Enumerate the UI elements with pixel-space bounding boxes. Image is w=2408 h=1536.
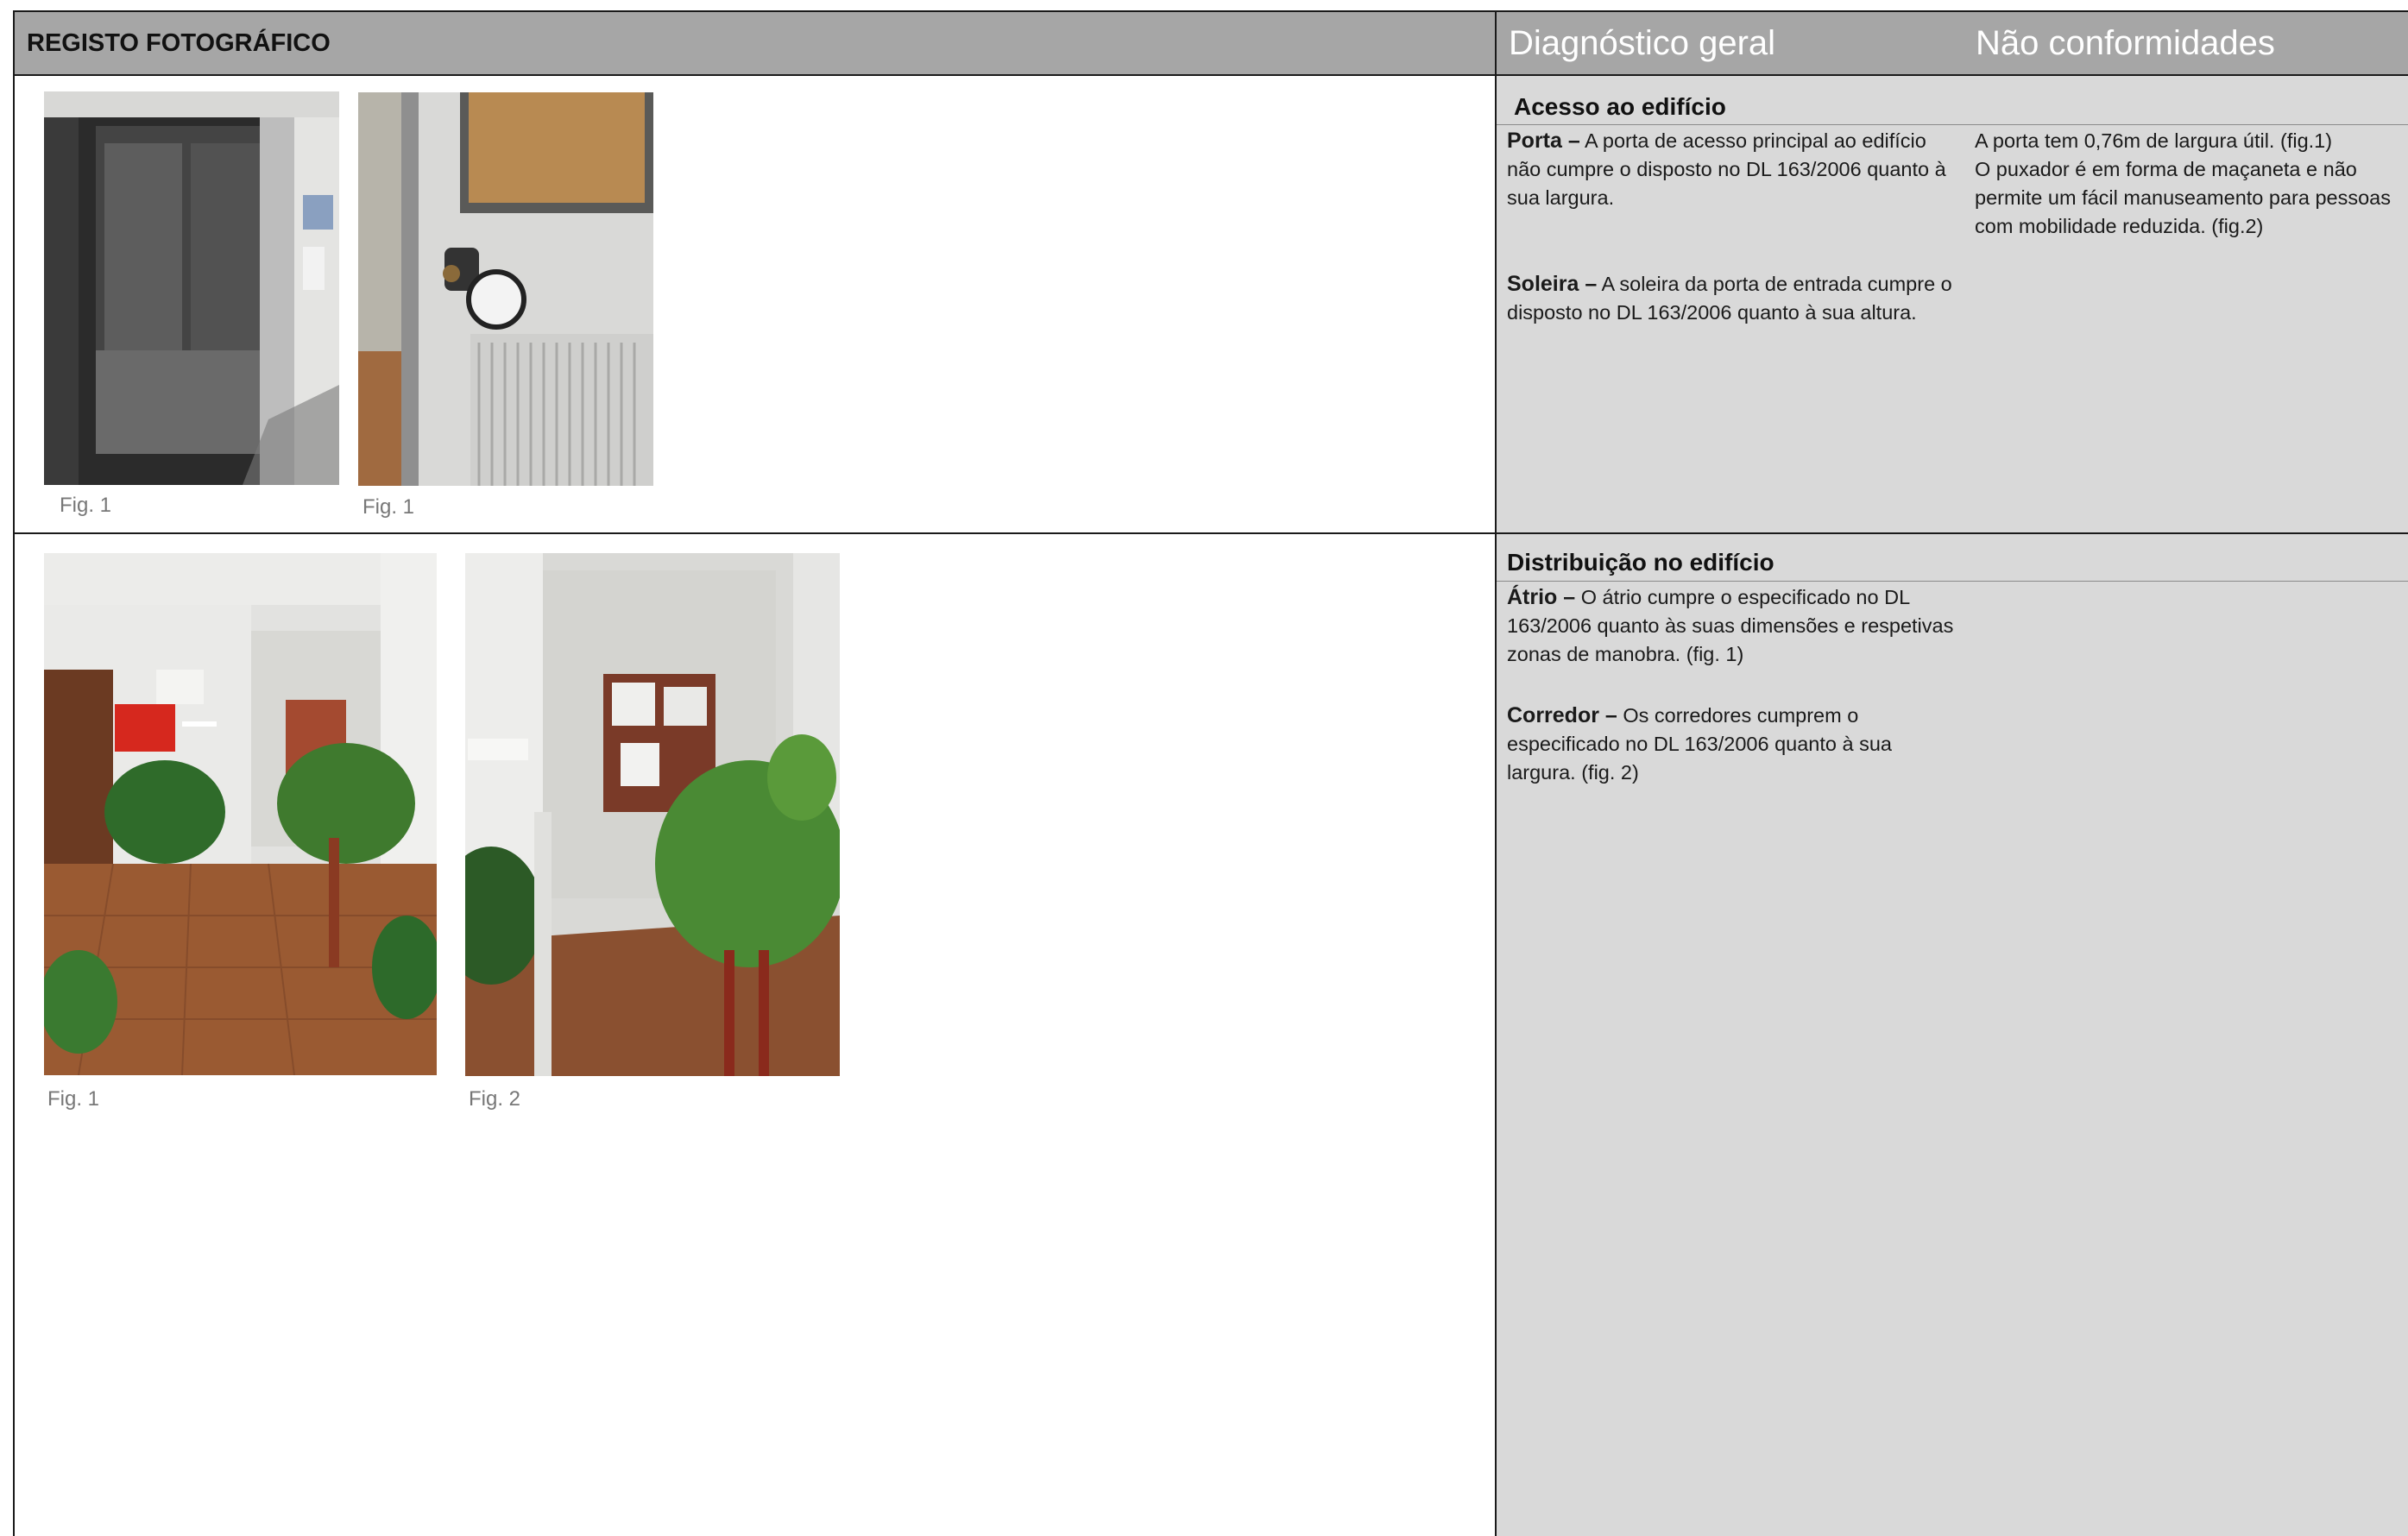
item-term: Corredor – [1507, 703, 1617, 727]
atrium-photo [44, 553, 437, 1075]
nonconformity-list: A porta tem 0,76m de largura útil. (fig.… [1975, 127, 2406, 241]
nonconformity-line: com mobilidade reduzida. (fig.2) [1975, 215, 2264, 237]
diagnostic-item: Corredor – Os corredores cumprem o espec… [1507, 702, 1956, 787]
door-handle-photo-image [358, 92, 653, 486]
item-term: Soleira – [1507, 272, 1598, 296]
diagnostic-heading: Diagnóstico geral [1509, 24, 1776, 62]
section1-title-underline [1497, 124, 2408, 125]
nonconformity-line: O puxador é em forma de maçaneta e não [1975, 158, 2357, 180]
section-title: Acesso ao edifício [1514, 93, 1726, 120]
corridor-photo-image [465, 553, 840, 1076]
photo-caption: Fig. 1 [47, 1087, 100, 1111]
corridor-photo [465, 553, 840, 1076]
diagnostic-item: Átrio – O átrio cumpre o especificado no… [1507, 583, 1956, 669]
nonconformity-line: permite um fácil manuseamento para pesso… [1975, 186, 2391, 209]
section2-title-underline [1497, 581, 2408, 582]
document-page: REGISTO FOTOGRÁFICO Diagnóstico geral Nã… [0, 0, 2408, 1536]
nonconformity-line: A porta tem 0,76m de largura útil. (fig.… [1975, 129, 2333, 152]
door-photo-image [44, 91, 339, 485]
diagnostic-item: Porta – A porta de acesso principal ao e… [1507, 127, 1956, 212]
door-handle-photo [358, 92, 653, 486]
column-divider [1495, 10, 1497, 1536]
table-header: REGISTO FOTOGRÁFICO Diagnóstico geral Nã… [13, 10, 2408, 76]
photo-record-heading: REGISTO FOTOGRÁFICO [27, 29, 331, 57]
photo-caption: Fig. 1 [60, 494, 112, 517]
nonconformities-heading: Não conformidades [1976, 24, 2275, 62]
photo-caption: Fig. 2 [469, 1087, 521, 1111]
table-left-border [13, 10, 15, 1536]
section-title: Distribuição no edifício [1507, 549, 1774, 576]
item-term: Porta – [1507, 129, 1580, 153]
item-term: Átrio – [1507, 585, 1576, 609]
door-photo [44, 91, 339, 485]
photo-caption: Fig. 1 [362, 495, 415, 519]
row-divider [13, 532, 2408, 534]
atrium-photo-image [44, 553, 437, 1075]
diagnostic-item: Soleira – A soleira da porta de entrada … [1507, 270, 1956, 327]
